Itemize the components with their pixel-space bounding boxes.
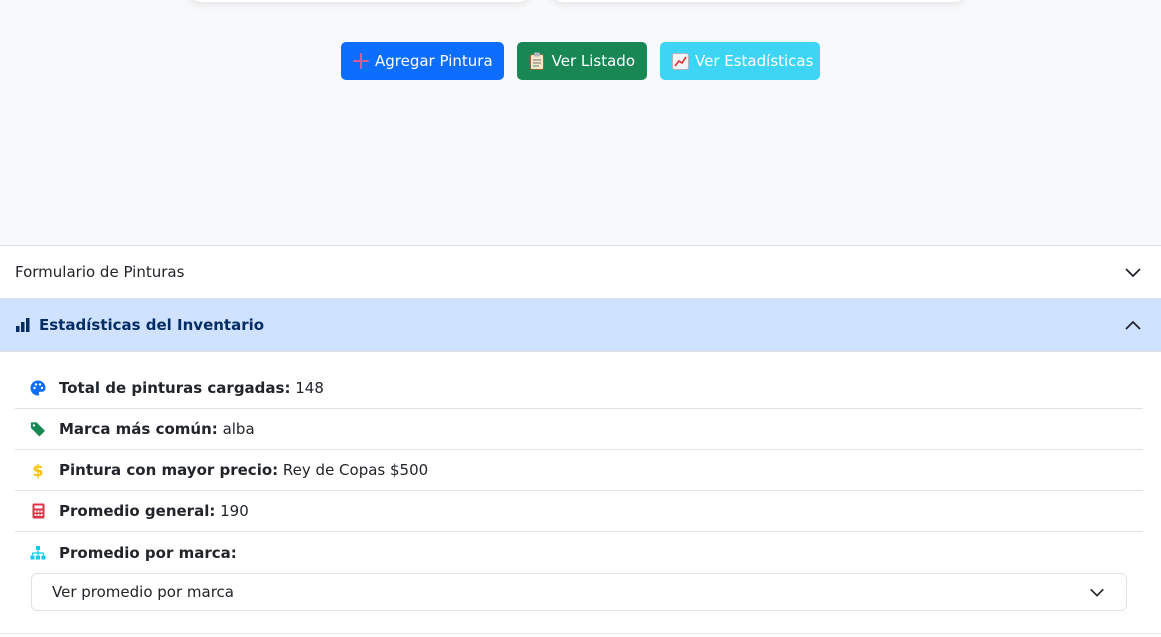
view-stats-button[interactable]: Ver Estadísticas [660, 42, 820, 80]
stat-average: Promedio general: 190 [15, 491, 1143, 532]
chevron-up-icon [1125, 320, 1141, 330]
view-stats-label: Ver Estadísticas [695, 52, 814, 70]
view-list-label: Ver Listado [551, 52, 635, 70]
view-list-button[interactable]: Ver Listado [517, 42, 647, 80]
stat-max-price-value: Rey de Copas $500 [282, 461, 429, 479]
stat-brand: Marca más común: alba [15, 409, 1143, 450]
card-right [550, 0, 968, 2]
chevron-down-icon [1090, 588, 1104, 597]
stat-average-value: 190 [220, 502, 249, 520]
add-paint-button[interactable]: Agregar Pintura [341, 42, 504, 80]
tag-icon [30, 420, 46, 438]
accordion: Formulario de Pinturas Estadísticas del … [0, 245, 1161, 637]
stat-brand-value: alba [222, 420, 255, 438]
stat-by-brand-label: Promedio por marca: [59, 543, 237, 562]
sitemap-icon [30, 544, 46, 562]
add-paint-label: Agregar Pintura [375, 52, 493, 70]
stats-body: Total de pinturas cargadas: 148 Marca má… [0, 352, 1161, 611]
stat-total: Total de pinturas cargadas: 148 [15, 368, 1143, 409]
stat-total-value: 148 [295, 379, 324, 397]
plus-icon [353, 52, 369, 70]
palette-icon [30, 379, 46, 397]
stat-max-price-label: Pintura con mayor precio: [59, 461, 279, 479]
bar-chart-icon [16, 318, 30, 332]
accordion-header-stats[interactable]: Estadísticas del Inventario [0, 299, 1161, 352]
form-accordion-title: Formulario de Pinturas [15, 263, 185, 281]
stat-average-label: Promedio general: [59, 502, 216, 520]
chart-increasing-icon [672, 52, 689, 70]
action-buttons: Agregar Pintura Ver Listado Ver Estadíst… [0, 42, 1161, 80]
stat-brand-label: Marca más común: [59, 420, 218, 438]
clipboard-icon [529, 52, 546, 70]
stat-by-brand: Promedio por marca: [15, 532, 1143, 573]
dollar-icon: $ [32, 460, 44, 480]
stat-max-price: $ Pintura con mayor precio: Rey de Copas… [15, 450, 1143, 491]
calculator-icon [30, 502, 46, 520]
brand-average-select-value: Ver promedio por marca [52, 583, 234, 601]
stats-accordion-title: Estadísticas del Inventario [39, 316, 265, 334]
chevron-down-icon [1125, 268, 1141, 278]
brand-average-select[interactable]: Ver promedio por marca [31, 573, 1127, 611]
stat-total-label: Total de pinturas cargadas: [59, 379, 291, 397]
accordion-header-form[interactable]: Formulario de Pinturas [0, 246, 1161, 299]
bottom-divider [0, 633, 1161, 634]
card-left [187, 0, 532, 2]
